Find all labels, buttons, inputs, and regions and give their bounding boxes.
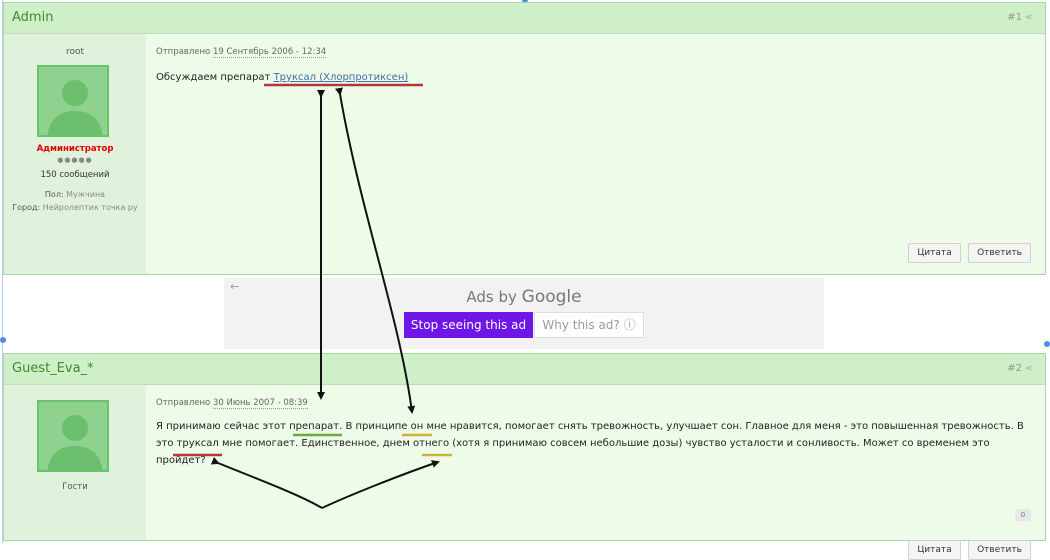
avatar-silhouette-icon (47, 80, 103, 135)
post-meta: Отправлено 19 Сентябрь 2006 - 12:34 (156, 47, 327, 58)
post-content: Отправлено 30 Июнь 2007 - 08:39 Я приним… (146, 385, 1045, 560)
post-content: Отправлено 19 Сентябрь 2006 - 12:34 Обсу… (146, 34, 1045, 274)
post-number-text[interactable]: #2 (1007, 363, 1022, 374)
user-sidebar: root Администратор ●●●●● 150 сообщений П… (4, 34, 146, 274)
user-gender: Пол: Мужчина (4, 190, 146, 199)
avatar[interactable] (37, 65, 109, 137)
stop-seeing-ad-button[interactable]: Stop seeing this ad (404, 312, 533, 338)
share-icon[interactable]: ⋖ (1025, 13, 1033, 23)
city-label: Город: (12, 203, 41, 212)
post-number[interactable]: #1 ⋖ (1007, 12, 1033, 23)
posted-label: Отправлено (156, 47, 211, 57)
user-city: Город: Нейролептик точка ру (10, 202, 140, 214)
ad-panel: ← Ads by Google Stop seeing this ad Why … (224, 278, 824, 349)
avatar[interactable] (37, 400, 109, 472)
city-value: Нейролептик точка ру (42, 203, 138, 212)
post-author[interactable]: Admin (12, 10, 53, 25)
post-body: Я принимаю сейчас этот препарат. В принц… (156, 418, 1031, 469)
user-sidebar: Гости (4, 385, 146, 540)
post-text-line: это труксал мне помогает. Единственное, … (156, 438, 990, 449)
forum-post-2: Guest_Eva_* #2 ⋖ Гости Отправлено 30 Июнь… (3, 353, 1046, 560)
quote-button[interactable]: Цитата (908, 540, 961, 560)
why-this-ad-button[interactable]: Why this ad? ⓘ (534, 312, 644, 338)
post-number-text[interactable]: #1 (1007, 12, 1022, 23)
forum-post-1: Admin #1 ⋖ root Администратор ●●●●● 150 с… (3, 2, 1046, 275)
user-role: Администратор (36, 144, 114, 154)
post-text: Обсуждаем препарат (156, 72, 274, 83)
post-number[interactable]: #2 ⋖ (1007, 363, 1033, 374)
reply-button[interactable]: Ответить (968, 540, 1031, 560)
reputation-badge[interactable]: 0 (1015, 509, 1031, 521)
gender-label: Пол: (44, 190, 64, 199)
ads-by-label: Ads by Google (224, 287, 824, 307)
user-name[interactable]: root (4, 47, 146, 57)
ads-by-text: Ads by (466, 288, 522, 306)
post-date[interactable]: 19 Сентябрь 2006 - 12:34 (212, 47, 327, 58)
post-text-line: Я принимаю сейчас этот препарат. В принц… (156, 421, 1024, 432)
google-logo-text: Google (521, 287, 582, 307)
message-count: 150 сообщений (40, 170, 110, 180)
post-header: Guest_Eva_* #2 ⋖ (4, 354, 1045, 385)
posted-label: Отправлено (156, 398, 211, 408)
quote-button[interactable]: Цитата (908, 243, 961, 263)
post-meta: Отправлено 30 Июнь 2007 - 08:39 (156, 398, 308, 409)
resize-handle-right[interactable] (1044, 341, 1050, 347)
post-header: Admin #1 ⋖ (4, 3, 1045, 34)
rating-stars: ●●●●● (57, 156, 93, 164)
post-text-line: пройдет? (156, 455, 206, 466)
post-author[interactable]: Guest_Eva_* (12, 361, 94, 376)
resize-handle-left[interactable] (0, 337, 6, 343)
post-body: Обсуждаем препарат Труксал (Хлорпротиксе… (156, 69, 1031, 86)
post-date[interactable]: 30 Июнь 2007 - 08:39 (212, 398, 308, 409)
share-icon[interactable]: ⋖ (1025, 364, 1033, 374)
drug-link[interactable]: Труксал (Хлорпротиксен) (274, 72, 409, 83)
user-group: Гости (62, 482, 88, 492)
gender-value: Мужчина (66, 190, 106, 199)
reply-button[interactable]: Ответить (968, 243, 1031, 263)
avatar-silhouette-icon (47, 415, 103, 470)
